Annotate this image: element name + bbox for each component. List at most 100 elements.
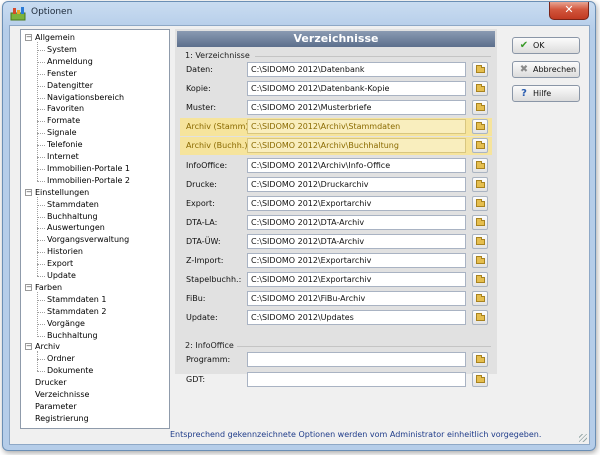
tree-item[interactable]: Update (47, 270, 76, 281)
tree-item[interactable]: Ordner (47, 353, 75, 364)
infooffice-path-field[interactable] (247, 372, 466, 387)
tree-category[interactable]: Registrierung (35, 413, 89, 424)
tree-connector (37, 73, 45, 75)
directory-path-field[interactable]: C:\SIDOMO 2012\Archiv\Stammdaten (247, 119, 466, 135)
directory-path-field[interactable]: C:\SIDOMO 2012\Datenbank-Kopie (247, 81, 466, 97)
tree-item[interactable]: Vorgangsverwaltung (47, 234, 129, 245)
tree-connector (37, 299, 45, 301)
browse-folder-button[interactable] (472, 195, 488, 211)
tree-item[interactable]: Telefonie (47, 139, 83, 150)
options-tree[interactable]: − Allgemein System Anmeldung Fenster Datengit… (20, 29, 170, 429)
browse-folder-button[interactable] (472, 100, 488, 116)
browse-folder-button[interactable] (472, 176, 488, 192)
title-bar[interactable]: Optionen ✕ (3, 2, 595, 24)
tree-item[interactable]: Anmeldung (47, 56, 93, 67)
tree-item[interactable]: System (47, 44, 77, 55)
infooffice-path-field[interactable] (247, 352, 466, 367)
tree-item[interactable]: Immobilien-Portale 2 (47, 175, 130, 186)
directory-path-field[interactable]: C:\SIDOMO 2012\Exportarchiv (247, 272, 466, 288)
tree-connector (37, 97, 45, 99)
tree-item[interactable]: Historien (47, 246, 83, 257)
collapse-toggle-icon[interactable]: − (25, 283, 32, 291)
browse-folder-button[interactable] (472, 272, 488, 288)
tree-category[interactable]: Drucker (35, 377, 66, 388)
tree-item[interactable]: Signale (47, 127, 77, 138)
folder-icon (476, 217, 485, 226)
tree-item[interactable]: Fenster (47, 68, 77, 79)
tree-category[interactable]: Parameter (35, 401, 77, 412)
directory-path-field[interactable]: C:\SIDOMO 2012\Musterbriefe (247, 100, 466, 116)
browse-folder-button[interactable] (472, 62, 488, 77)
folder-icon (476, 103, 485, 112)
tree-category[interactable]: Allgemein (35, 32, 75, 43)
directory-path-field[interactable]: C:\SIDOMO 2012\FiBu-Archiv (247, 291, 466, 307)
tree-item[interactable]: Buchhaltung (47, 211, 98, 222)
ok-button[interactable]: ✔ OK (512, 37, 580, 54)
browse-folder-button[interactable] (472, 81, 488, 97)
cancel-button[interactable]: ✖ Abbrechen (512, 61, 580, 78)
tree-item[interactable]: Export (47, 258, 73, 269)
close-button[interactable]: ✕ (549, 2, 589, 20)
group-divider (237, 346, 491, 347)
tree-item[interactable]: Vorgänge (47, 318, 85, 329)
directory-label: Kopie: (186, 84, 211, 94)
tree-connector (37, 276, 45, 277)
directory-row: Stapelbuchh.: C:\SIDOMO 2012\Exportarchiv (180, 271, 492, 289)
browse-folder-button[interactable] (472, 157, 488, 173)
directory-path-field[interactable]: C:\SIDOMO 2012\DTA-Archiv (247, 214, 466, 230)
infooffice-row: GDT: (180, 371, 492, 389)
tree-item[interactable]: Immobilien-Portale 1 (47, 163, 130, 174)
collapse-toggle-icon[interactable]: − (25, 188, 32, 196)
browse-folder-button[interactable] (472, 138, 488, 154)
directory-path-field[interactable]: C:\SIDOMO 2012\Datenbank (247, 62, 466, 77)
directory-label: FiBu: (186, 294, 206, 304)
tree-category[interactable]: Einstellungen (35, 187, 89, 198)
tree-item[interactable]: Auswertungen (47, 222, 105, 233)
help-button[interactable]: ? Hilfe (512, 85, 580, 102)
directory-path-field[interactable]: C:\SIDOMO 2012\Updates (247, 310, 466, 326)
browse-folder-button[interactable] (472, 214, 488, 230)
directory-path-field[interactable]: C:\SIDOMO 2012\Archiv\Info-Office (247, 157, 466, 173)
tree-item[interactable]: Stammdaten 2 (47, 306, 106, 317)
tree-category[interactable]: Farben (35, 282, 62, 293)
tree-item[interactable]: Formate (47, 115, 80, 126)
directory-path-field[interactable]: C:\SIDOMO 2012\Archiv\Buchhaltung (247, 138, 466, 154)
directory-row: FiBu: C:\SIDOMO 2012\FiBu-Archiv (180, 290, 492, 308)
help-icon: ? (521, 88, 527, 99)
browse-folder-button[interactable] (472, 372, 488, 387)
tree-item[interactable]: Dokumente (47, 365, 93, 376)
tree-connector (37, 145, 45, 147)
tree-connector (37, 133, 45, 135)
resize-grip[interactable] (579, 434, 587, 442)
directory-label: Muster: (186, 103, 217, 113)
directories-panel: Verzeichnisse 1: Verzeichnisse Daten: C:\… (175, 29, 497, 387)
browse-folder-button[interactable] (472, 310, 488, 326)
collapse-toggle-icon[interactable]: − (25, 343, 32, 351)
collapse-toggle-icon[interactable]: − (25, 34, 32, 41)
tree-connector (37, 196, 38, 276)
directory-path-field[interactable]: C:\SIDOMO 2012\Exportarchiv (247, 195, 466, 211)
tree-connector (37, 335, 45, 337)
tree-category[interactable]: Verzeichnisse (35, 389, 89, 400)
tree-item[interactable]: Buchhaltung (47, 330, 98, 341)
tree-item[interactable]: Stammdaten 1 (47, 294, 106, 305)
app-icon (10, 7, 26, 21)
browse-folder-button[interactable] (472, 253, 488, 268)
directory-path-field[interactable]: C:\SIDOMO 2012\Druckarchiv (247, 176, 466, 192)
browse-folder-button[interactable] (472, 119, 488, 135)
directory-row: Z-Import: C:\SIDOMO 2012\Exportarchiv (180, 252, 492, 270)
browse-folder-button[interactable] (472, 291, 488, 307)
tree-item[interactable]: Stammdaten (47, 199, 99, 210)
folder-icon (476, 375, 485, 383)
tree-item[interactable]: Internet (47, 151, 79, 162)
directory-path-field[interactable]: C:\SIDOMO 2012\Exportarchiv (247, 253, 466, 268)
tree-item[interactable]: Favoriten (47, 103, 84, 114)
directory-path-field[interactable]: C:\SIDOMO 2012\DTA-Archiv (247, 233, 466, 249)
folder-icon (476, 84, 485, 93)
tree-item[interactable]: Navigationsbereich (47, 92, 124, 103)
browse-folder-button[interactable] (472, 352, 488, 367)
browse-folder-button[interactable] (472, 233, 488, 249)
tree-category[interactable]: Archiv (35, 341, 60, 352)
tree-connector (37, 228, 45, 230)
tree-item[interactable]: Datengitter (47, 80, 93, 91)
